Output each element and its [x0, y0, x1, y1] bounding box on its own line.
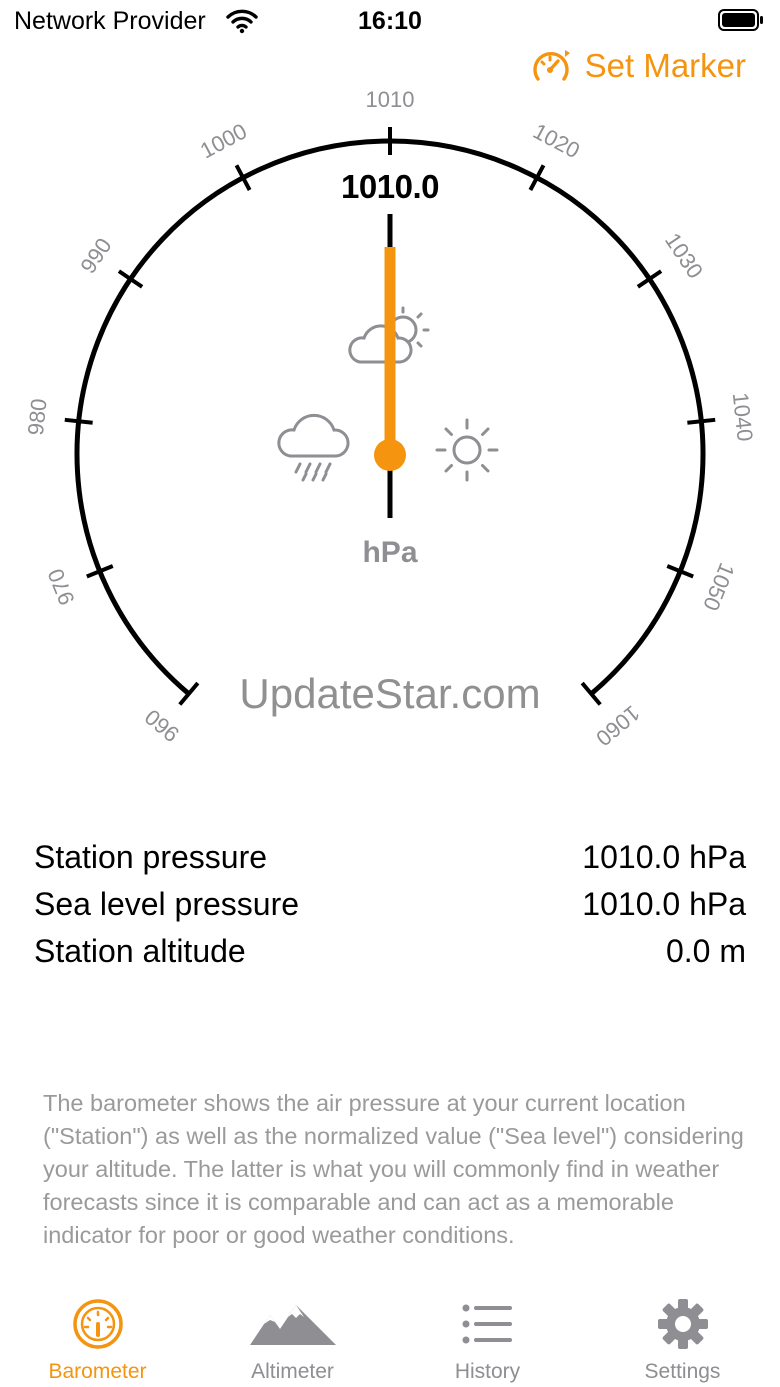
- needle-pivot: [374, 439, 406, 471]
- tab-barometer[interactable]: Barometer: [0, 1290, 195, 1387]
- status-bar: Network Provider 16:10: [0, 0, 780, 44]
- reading-row-station-pressure: Station pressure 1010.0 hPa: [34, 834, 746, 881]
- reading-label: Station pressure: [34, 839, 268, 875]
- sun-icon: [435, 418, 499, 482]
- gauge-tick-label: 1010: [366, 90, 415, 112]
- gauge-tick-label: 990: [75, 233, 116, 277]
- tab-settings[interactable]: Settings: [585, 1290, 780, 1387]
- gauge-unit: hPa: [362, 536, 418, 569]
- watermark: UpdateStar.com: [239, 670, 541, 717]
- tab-altimeter[interactable]: Altimeter: [195, 1290, 390, 1387]
- tab-label: History: [454, 1360, 521, 1383]
- barometer-icon: [0, 1296, 195, 1352]
- list-icon: [390, 1296, 585, 1352]
- reading-row-sea-level-pressure: Sea level pressure 1010.0 hPa: [34, 881, 746, 928]
- gauge-tick-mark: [64, 417, 93, 425]
- reading-value: 0.0 m: [665, 933, 746, 969]
- gauge-tick-label: 980: [23, 397, 52, 436]
- reading-value: 1010.0 hPa: [582, 886, 746, 922]
- reading-row-station-altitude: Station altitude 0.0 m: [34, 928, 746, 975]
- gauge-tick-label: 1000: [196, 118, 251, 163]
- gauge-tick-label: 1040: [728, 391, 758, 442]
- reading-label: Station altitude: [34, 933, 246, 969]
- tab-history[interactable]: History: [390, 1290, 585, 1387]
- gauge-tick-mark: [636, 269, 663, 289]
- gauge-tick-label: 970: [43, 565, 80, 608]
- gear-icon: [585, 1296, 780, 1352]
- gauge-tick-label: 1030: [660, 228, 708, 283]
- tab-bar: Barometer Altimeter History Settings: [0, 1290, 780, 1387]
- readings-list: Station pressure 1010.0 hPa Sea level pr…: [34, 834, 746, 975]
- speedometer-icon: [531, 46, 573, 86]
- gauge-value: 1010.0: [341, 168, 439, 205]
- gauge-tick-label: 1020: [529, 118, 584, 163]
- set-marker-button[interactable]: Set Marker: [531, 46, 746, 86]
- battery-icon: [718, 9, 763, 31]
- reading-label: Sea level pressure: [34, 886, 300, 922]
- set-marker-label: Set Marker: [584, 47, 746, 84]
- tab-label: Settings: [644, 1360, 721, 1383]
- gauge-tick-mark: [687, 417, 716, 425]
- clock: 16:10: [358, 7, 422, 35]
- tab-label: Barometer: [48, 1360, 147, 1383]
- reading-value: 1010.0 hPa: [582, 839, 746, 875]
- tab-label: Altimeter: [251, 1360, 334, 1383]
- rain-cloud-icon: [277, 413, 350, 482]
- mountains-icon: [195, 1296, 390, 1352]
- description-text: The barometer shows the air pressure at …: [43, 1090, 744, 1248]
- gauge-tick-mark: [117, 269, 144, 289]
